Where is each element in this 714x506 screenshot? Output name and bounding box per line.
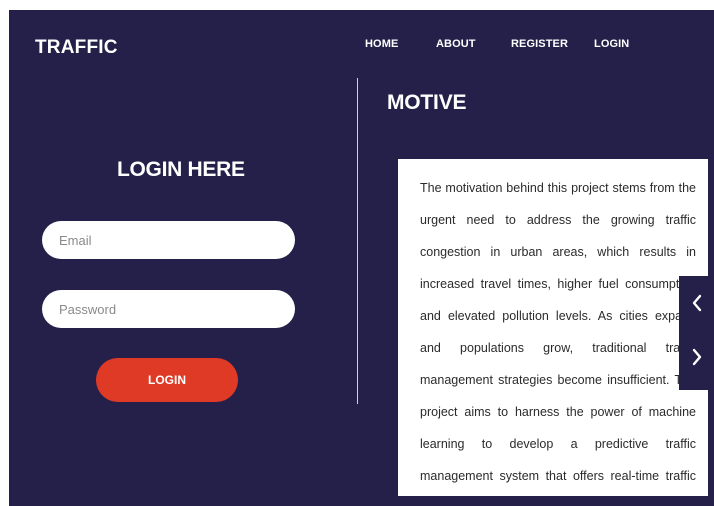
nav-home-link[interactable]: HOME <box>365 38 398 50</box>
page-frame: TRAFFIC HOME ABOUT REGISTER LOGIN LOGIN … <box>9 10 714 506</box>
password-input[interactable] <box>42 290 295 328</box>
login-button[interactable]: LOGIN <box>96 358 238 402</box>
brand-logo[interactable]: TRAFFIC <box>35 37 118 59</box>
carousel-next-button[interactable] <box>679 339 714 379</box>
motive-text: The motivation behind this project stems… <box>420 181 696 483</box>
motive-card: The motivation behind this project stems… <box>398 159 708 496</box>
email-input[interactable] <box>42 221 295 259</box>
nav-register-link[interactable]: REGISTER <box>511 38 568 50</box>
chevron-left-icon <box>691 294 703 317</box>
login-heading: LOGIN HERE <box>117 158 245 181</box>
chevron-right-icon <box>691 348 703 371</box>
carousel-prev-button[interactable] <box>679 285 714 325</box>
motive-title: MOTIVE <box>387 91 467 114</box>
nav-login-link[interactable]: LOGIN <box>594 38 629 50</box>
section-divider <box>357 78 358 404</box>
carousel-controls <box>679 276 714 390</box>
nav-about-link[interactable]: ABOUT <box>436 38 476 50</box>
